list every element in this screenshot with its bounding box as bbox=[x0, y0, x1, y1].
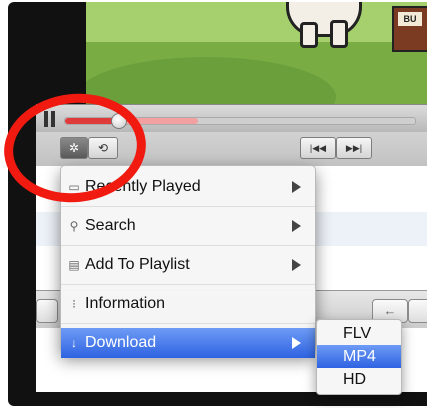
previous-track-button[interactable]: |◀◀ bbox=[300, 137, 336, 159]
search-icon: ⚲ bbox=[69, 219, 79, 233]
submenu-arrow-icon bbox=[292, 259, 301, 271]
video-area[interactable]: BU bbox=[86, 2, 427, 112]
submenu-item-hd[interactable]: HD bbox=[317, 368, 401, 391]
previous-icon: |◀◀ bbox=[309, 142, 327, 153]
menu-item-label: Search bbox=[85, 217, 136, 234]
document-icon: ▤ bbox=[68, 258, 80, 272]
submenu-arrow-icon bbox=[292, 337, 301, 349]
submenu-item-mp4[interactable]: MP4 bbox=[317, 345, 401, 368]
video-character-leg bbox=[330, 20, 348, 48]
forward-button[interactable] bbox=[408, 299, 427, 323]
toolbar-button[interactable] bbox=[36, 299, 58, 323]
menu-item-information[interactable]: ⁝ Information bbox=[61, 285, 315, 324]
next-track-button[interactable]: ▶▶| bbox=[336, 137, 372, 159]
back-arrow-icon: ← bbox=[383, 303, 397, 318]
menu-item-add-to-playlist[interactable]: ▤ Add To Playlist bbox=[61, 246, 315, 285]
next-icon: ▶▶| bbox=[345, 142, 363, 153]
video-sign: BU bbox=[392, 6, 427, 52]
menu-item-label: Information bbox=[85, 295, 166, 312]
download-arrow-icon: ↓ bbox=[71, 336, 77, 350]
submenu-item-flv[interactable]: FLV bbox=[317, 322, 401, 345]
download-submenu: FLV MP4 HD bbox=[316, 319, 402, 395]
info-icon: ⁝ bbox=[72, 297, 76, 311]
menu-item-label: Download bbox=[85, 334, 157, 351]
video-character-leg bbox=[300, 22, 318, 48]
submenu-arrow-icon bbox=[292, 220, 301, 232]
submenu-arrow-icon bbox=[292, 181, 301, 193]
video-sign-text: BU bbox=[398, 12, 422, 26]
menu-item-label: Add To Playlist bbox=[85, 256, 190, 273]
menu-item-search[interactable]: ⚲ Search bbox=[61, 207, 315, 246]
menu-item-download[interactable]: ↓ Download bbox=[61, 328, 315, 358]
